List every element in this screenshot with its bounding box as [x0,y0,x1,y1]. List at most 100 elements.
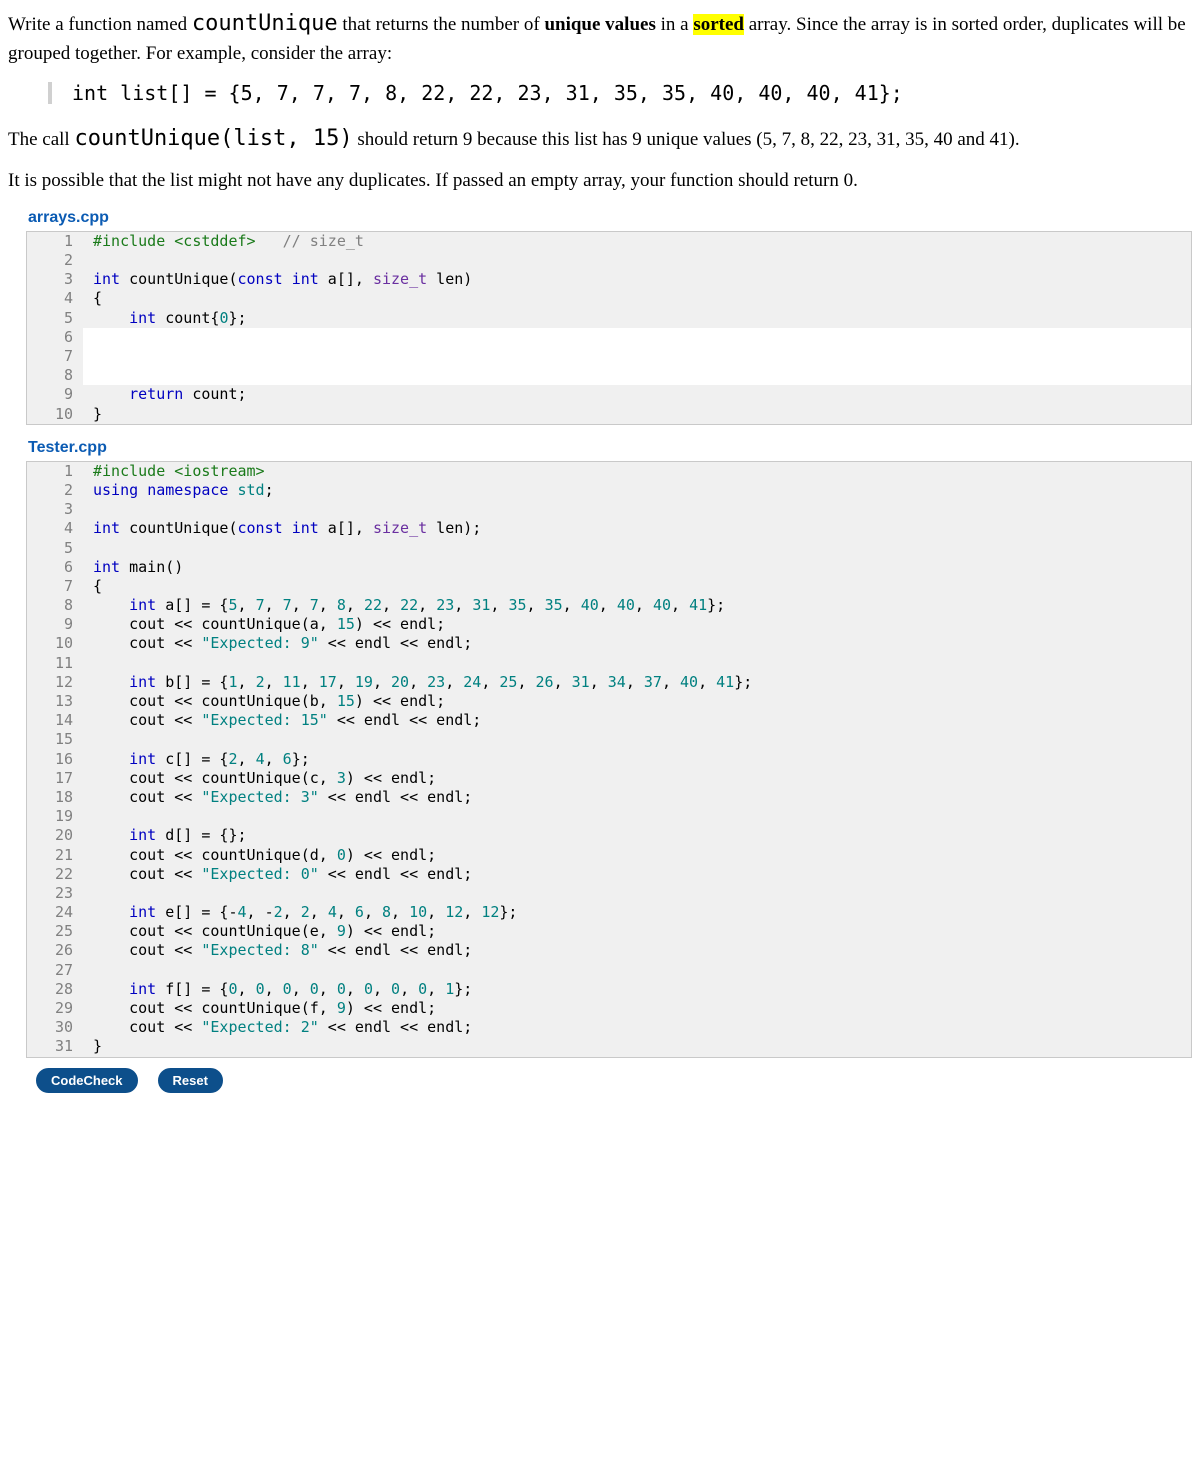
line-number: 24 [27,903,83,922]
call-code: countUnique(list, 15) [74,126,352,151]
function-name: countUnique [192,11,338,36]
code-content: cout << "Expected: 15" << endl << endl; [83,711,481,730]
line-number: 30 [27,1018,83,1037]
code-line: 18 cout << "Expected: 3" << endl << endl… [27,788,1191,807]
code-content [83,961,102,980]
code-line: 8 [27,366,1191,385]
line-number: 25 [27,922,83,941]
code-line: 31} [27,1037,1191,1056]
line-number: 10 [27,405,83,424]
line-number: 1 [27,462,83,481]
code-line: 27 [27,961,1191,980]
code-content: } [83,1037,102,1056]
example-code-block: int list[] = {5, 7, 7, 7, 8, 22, 22, 23,… [8,81,1192,105]
code-content: int main() [83,558,183,577]
line-number: 4 [27,519,83,538]
code-line: 15 [27,730,1191,749]
code-line: 5 int count{0}; [27,309,1191,328]
code-content: int b[] = {1, 2, 11, 17, 19, 20, 23, 24,… [83,673,752,692]
text: Write a function named [8,14,192,35]
code-line: 8 int a[] = {5, 7, 7, 7, 8, 22, 22, 23, … [27,596,1191,615]
text-bold: unique values [544,14,655,35]
code-content: cout << "Expected: 3" << endl << endl; [83,788,472,807]
code-content: int e[] = {-4, -2, 2, 4, 6, 8, 10, 12, 1… [83,903,517,922]
code-line: 2 [27,251,1191,270]
code-content [83,366,102,385]
line-number: 23 [27,884,83,903]
code-line: 11 [27,654,1191,673]
code-content: int d[] = {}; [83,826,247,845]
code-content [83,347,102,366]
vertical-bar-icon [48,82,52,104]
line-number: 5 [27,309,83,328]
text: that returns the number of [338,14,545,35]
code-content: int countUnique(const int a[], size_t le… [83,519,481,538]
code-content: cout << "Expected: 2" << endl << endl; [83,1018,472,1037]
filename-label: arrays.cpp [28,209,1192,227]
code-line: 2using namespace std; [27,481,1191,500]
line-number: 2 [27,251,83,270]
code-content [83,328,102,347]
code-line: 5 [27,539,1191,558]
problem-paragraph-1: Write a function named countUnique that … [8,8,1192,67]
code-content [83,884,102,903]
line-number: 2 [27,481,83,500]
line-number: 7 [27,347,83,366]
line-number: 18 [27,788,83,807]
code-line: 21 cout << countUnique(d, 0) << endl; [27,846,1191,865]
line-number: 29 [27,999,83,1018]
code-line: 20 int d[] = {}; [27,826,1191,845]
code-content: int f[] = {0, 0, 0, 0, 0, 0, 0, 0, 1}; [83,980,472,999]
code-content: cout << countUnique(a, 15) << endl; [83,615,445,634]
code-line: 4int countUnique(const int a[], size_t l… [27,519,1191,538]
text: should return 9 because this list has 9 … [353,129,1020,150]
code-line: 7{ [27,577,1191,596]
code-content [83,500,102,519]
code-line: 7 [27,347,1191,366]
line-number: 19 [27,807,83,826]
code-line: 4{ [27,289,1191,308]
code-line: 16 int c[] = {2, 4, 6}; [27,750,1191,769]
code-line: 10 cout << "Expected: 9" << endl << endl… [27,634,1191,653]
line-number: 22 [27,865,83,884]
code-editor-arrays[interactable]: 1#include <cstddef> // size_t2 3int coun… [26,231,1192,425]
codecheck-button[interactable]: CodeCheck [36,1068,138,1093]
button-row: CodeCheck Reset [36,1068,1192,1093]
line-number: 1 [27,232,83,251]
code-line: 28 int f[] = {0, 0, 0, 0, 0, 0, 0, 0, 1}… [27,980,1191,999]
code-line: 6 [27,328,1191,347]
code-line: 1#include <iostream> [27,462,1191,481]
code-content: cout << countUnique(e, 9) << endl; [83,922,436,941]
code-content: cout << "Expected: 8" << endl << endl; [83,941,472,960]
text: in a [656,14,693,35]
code-content [83,730,102,749]
code-line: 6int main() [27,558,1191,577]
line-number: 13 [27,692,83,711]
code-line: 12 int b[] = {1, 2, 11, 17, 19, 20, 23, … [27,673,1191,692]
line-number: 17 [27,769,83,788]
code-line: 14 cout << "Expected: 15" << endl << end… [27,711,1191,730]
code-content: int countUnique(const int a[], size_t le… [83,270,472,289]
code-content [83,539,102,558]
line-number: 9 [27,385,83,404]
code-content: #include <cstddef> // size_t [83,232,364,251]
code-content [83,654,102,673]
filename-label: Tester.cpp [28,439,1192,457]
line-number: 8 [27,596,83,615]
code-line: 10} [27,405,1191,424]
line-number: 8 [27,366,83,385]
code-content: #include <iostream> [83,462,265,481]
line-number: 16 [27,750,83,769]
line-number: 3 [27,500,83,519]
reset-button[interactable]: Reset [158,1068,223,1093]
code-content: return count; [83,385,247,404]
code-line: 30 cout << "Expected: 2" << endl << endl… [27,1018,1191,1037]
code-line: 22 cout << "Expected: 0" << endl << endl… [27,865,1191,884]
code-line: 25 cout << countUnique(e, 9) << endl; [27,922,1191,941]
problem-paragraph-3: It is possible that the list might not h… [8,167,1192,195]
code-content: cout << countUnique(c, 3) << endl; [83,769,436,788]
code-content: cout << "Expected: 0" << endl << endl; [83,865,472,884]
example-code: int list[] = {5, 7, 7, 7, 8, 22, 22, 23,… [72,81,903,105]
code-content: cout << countUnique(b, 15) << endl; [83,692,445,711]
line-number: 6 [27,558,83,577]
